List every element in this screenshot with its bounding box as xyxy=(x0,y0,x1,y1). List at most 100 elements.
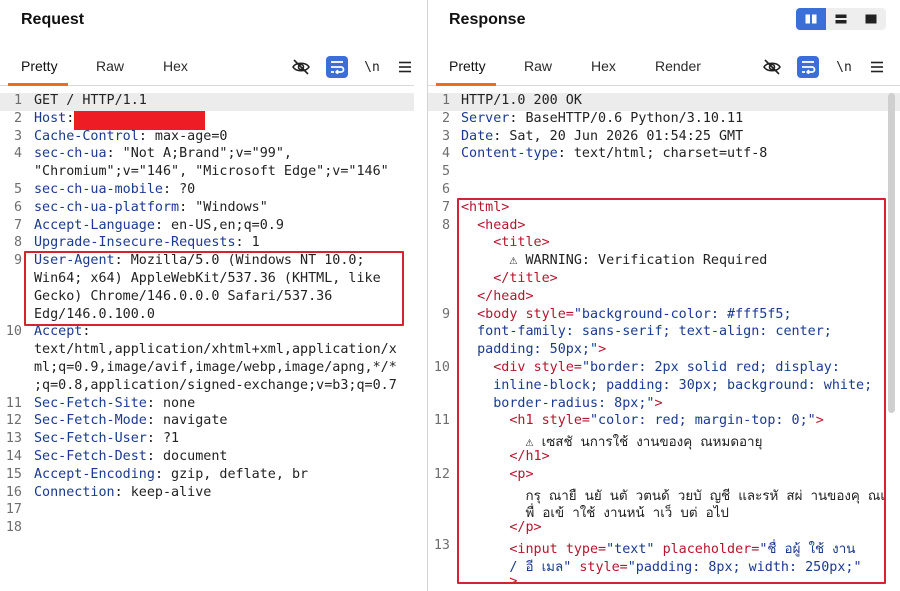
tab-render[interactable]: Render xyxy=(655,58,701,74)
line-content: ml;q=0.9,image/avif,image/webp,image/apn… xyxy=(34,360,406,375)
html-token: </head> xyxy=(477,288,534,304)
code-line: > xyxy=(428,574,900,591)
html-token: <h1 xyxy=(509,413,542,429)
response-editor[interactable]: 1 HTTP/1.0 200 OK 2 Server: BaseHTTP/0.6 Py… xyxy=(428,93,900,591)
line-content: Connection: keep-alive xyxy=(34,484,212,500)
html-token: > xyxy=(509,573,518,589)
code-line: ;q=0.8,application/signed-exchange;v=b3;… xyxy=(0,378,414,396)
header-name: Content-type xyxy=(461,146,558,162)
code-line: </h1> xyxy=(428,449,900,467)
menu-icon[interactable] xyxy=(866,56,888,78)
header-name: sec-ch-ua-platform xyxy=(34,199,180,215)
html-token: "border: 2px solid red; display: xyxy=(581,360,840,375)
header-value: Sat, 20 Jun 2026 01:54:25 GMT xyxy=(501,128,744,144)
header-value: keep-alive xyxy=(122,484,212,500)
newline-icon[interactable]: \n xyxy=(833,56,855,78)
line-text: Gecko) Chrome/146.0.0.0 Safari/537.36 xyxy=(34,288,333,304)
html-token: inline-block; padding: 30px; background:… xyxy=(493,377,873,393)
tab-pretty[interactable]: Pretty xyxy=(449,58,486,74)
pane-splitter[interactable] xyxy=(414,0,428,591)
line-content: GET / HTTP/1.1 xyxy=(34,93,406,108)
tab-hex[interactable]: Hex xyxy=(591,58,616,74)
request-editor[interactable]: 1 GET / HTTP/1.1 2 Host: 3 Cache-Control: max… xyxy=(0,93,414,591)
line-number: 14 xyxy=(5,449,22,464)
html-token: font-family: sans-serif; text-align: cen… xyxy=(477,324,832,340)
header-name: Connection xyxy=(34,484,115,500)
line-number: 4 xyxy=(441,146,450,162)
line-content: <h1 style="color: red; margin-top: 0;"> xyxy=(461,413,892,428)
eye-slash-icon[interactable] xyxy=(290,56,312,78)
code-line: 18 xyxy=(0,520,414,538)
line-text: GET / HTTP/1.1 xyxy=(34,93,147,108)
single-pane-icon[interactable] xyxy=(856,8,886,30)
tab-hex[interactable]: Hex xyxy=(163,58,188,74)
header-name: Cache-Control xyxy=(34,128,139,144)
html-token: "text" xyxy=(606,542,663,557)
response-pane: Response Pretty Raw Hex Render \n 1 HTTP/… xyxy=(428,0,900,591)
code-line: ⚠ เซสชั นการใช้ งานของคุ ณหมดอายุ xyxy=(428,431,900,450)
line-number: 10 xyxy=(5,324,22,340)
line-content: <div style="border: 2px solid red; displ… xyxy=(461,360,892,375)
html-token: </p> xyxy=(509,520,542,536)
html-token xyxy=(461,467,509,482)
menu-icon[interactable] xyxy=(394,56,414,78)
newline-icon[interactable]: \n xyxy=(361,56,383,78)
tab-pretty[interactable]: Pretty xyxy=(21,58,58,74)
split-vertical-icon[interactable] xyxy=(796,8,826,30)
html-token xyxy=(461,253,509,268)
tab-raw[interactable]: Raw xyxy=(524,58,552,74)
response-scrollbar[interactable] xyxy=(888,93,895,413)
code-line: border-radius: 8px;"> xyxy=(428,396,900,414)
wrap-icon[interactable] xyxy=(797,56,819,78)
html-token: style= xyxy=(541,413,590,429)
html-token: "ชื่ อผู้ ใช้ งาน xyxy=(759,542,856,557)
line-content: Accept-Encoding: gzip, deflate, br xyxy=(34,466,309,482)
line-number: 16 xyxy=(5,484,22,500)
code-line: </p> xyxy=(428,520,900,538)
header-value: "Not A;Brand";v="99", xyxy=(114,146,292,162)
line-content: </head> xyxy=(461,289,892,304)
eye-slash-icon[interactable] xyxy=(761,56,783,78)
code-line: 15 Accept-Encoding: gzip, deflate, br xyxy=(0,467,414,485)
line-number: 13 xyxy=(5,431,22,447)
header-value: Mozilla/5.0 (Windows NT 10.0; xyxy=(122,253,365,269)
code-line: Win64; x64) AppleWebKit/537.36 (KHTML, l… xyxy=(0,271,414,289)
line-content: Server: BaseHTTP/0.6 Python/3.10.11 xyxy=(461,110,744,126)
code-line: 1 HTTP/1.0 200 OK xyxy=(428,93,900,111)
code-line: 8 Upgrade-Insecure-Requests: 1 xyxy=(0,235,414,253)
line-number: 6 xyxy=(13,199,22,215)
line-number: 12 xyxy=(5,413,22,429)
request-pane: Request Pretty Raw Hex \n 1 GET / HTTP/1.… xyxy=(0,0,414,591)
code-line: 17 xyxy=(0,502,414,520)
html-token: <head> xyxy=(477,217,526,233)
code-line: 11 Sec-Fetch-Site: none xyxy=(0,396,414,414)
line-content: border-radius: 8px;"> xyxy=(461,396,892,411)
html-token: padding: 50px;" xyxy=(477,342,599,358)
wrap-icon[interactable] xyxy=(326,56,348,78)
html-token xyxy=(461,506,526,521)
code-line: 2 Host: xyxy=(0,110,414,130)
line-number: 8 xyxy=(13,235,22,251)
code-line: 7 Accept-Language: en-US,en;q=0.9 xyxy=(0,218,414,236)
code-line: พื่ อเข้ าใช้ งานหน้ าเว็ บต่ อไป xyxy=(428,502,900,521)
code-line: ml;q=0.9,image/avif,image/webp,image/apn… xyxy=(0,360,414,378)
line-content: Accept-Language: en-US,en;q=0.9 xyxy=(34,217,284,233)
line-number: 3 xyxy=(441,128,450,144)
code-line: 16 Connection: keep-alive xyxy=(0,485,414,503)
split-horizontal-icon[interactable] xyxy=(826,8,856,30)
line-text: "Chromium";v="146", "Microsoft Edge";v="… xyxy=(34,164,389,180)
html-token: "padding: 8px; width: 250px;" xyxy=(627,559,862,575)
line-content: Content-type: text/html; charset=utf-8 xyxy=(461,146,768,162)
html-token: border-radius: 8px;" xyxy=(493,395,655,411)
code-line: 9 <body style="background-color: #fff5f5… xyxy=(428,307,900,325)
html-token: style= xyxy=(579,559,628,575)
tab-raw[interactable]: Raw xyxy=(96,58,124,74)
html-token: <body xyxy=(477,306,526,322)
html-token: placeholder= xyxy=(662,542,760,557)
line-content: Sec-Fetch-Site: none xyxy=(34,395,196,411)
line-content: Sec-Fetch-User: ?1 xyxy=(34,431,180,447)
line-number: 2 xyxy=(441,110,450,126)
line-number: 9 xyxy=(13,253,22,269)
html-token xyxy=(461,378,493,393)
header-name: Upgrade-Insecure-Requests xyxy=(34,235,236,251)
